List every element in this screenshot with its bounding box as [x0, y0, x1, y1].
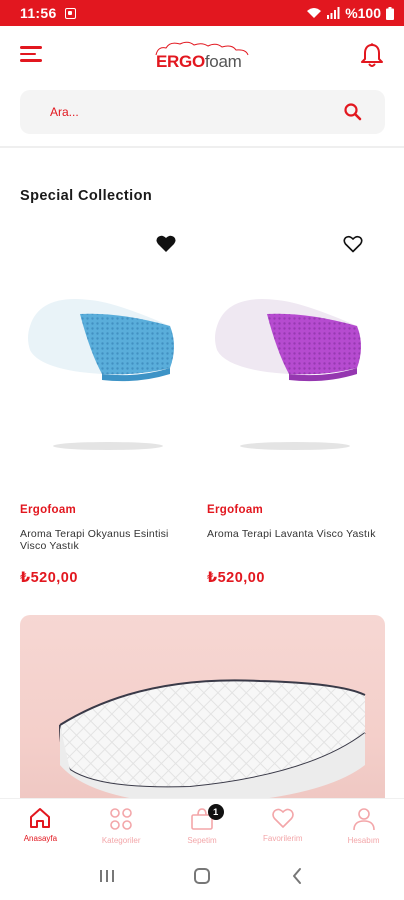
nav-item-home[interactable]: Anasayfa	[0, 799, 81, 852]
nav-item-favorites[interactable]: Favorilerim	[242, 799, 323, 852]
product-card[interactable]: Ergofoam Aroma Terapi Lavanta Visco Yast…	[207, 226, 387, 596]
promo-banner[interactable]	[20, 615, 385, 815]
product-price: ₺520,00	[207, 570, 265, 586]
brand-logo: ERGOfoam	[150, 40, 254, 74]
app-header: ERGOfoam	[0, 26, 404, 88]
search-icon	[344, 103, 362, 121]
app-screen: 11:56 %100 ERGOfoam Ara... Special Colle…	[0, 0, 404, 900]
back-button[interactable]	[277, 861, 317, 891]
search-input[interactable]	[20, 90, 320, 134]
nav-item-categories[interactable]: Kategoriler	[81, 799, 162, 852]
nav-item-cart[interactable]: 1 Sepetim	[162, 799, 243, 852]
battery-icon	[386, 6, 394, 20]
product-brand: Ergofoam	[207, 504, 264, 516]
notifications-button[interactable]	[360, 42, 384, 73]
recent-apps-icon	[100, 870, 115, 882]
product-name: Aroma Terapi Okyanus Esintisi Visco Yast…	[20, 528, 169, 552]
search-bar	[20, 90, 385, 134]
product-image	[28, 299, 174, 450]
heart-filled-icon	[156, 235, 176, 252]
user-icon	[352, 808, 375, 831]
product-price: ₺520,00	[20, 570, 78, 586]
favorite-button[interactable]	[155, 234, 177, 254]
banner-pillow-image	[59, 679, 366, 805]
wifi-icon	[307, 8, 322, 18]
home-system-button[interactable]	[182, 861, 222, 891]
logo-ergo: ERGO	[156, 52, 205, 71]
logo-foam: foam	[204, 52, 242, 71]
bottom-navigation: Anasayfa Kategoriler 1 Sepetim Favoriler…	[0, 798, 404, 852]
nav-label: Kategoriler	[101, 836, 141, 845]
search-button[interactable]	[343, 102, 363, 127]
nav-item-account[interactable]: Hesabım	[323, 799, 404, 852]
section-title: Special Collection	[20, 188, 153, 204]
notification-icon	[64, 7, 76, 19]
home-icon	[30, 808, 51, 828]
heart-outline-icon	[343, 235, 363, 253]
categories-icon	[110, 808, 132, 830]
home-system-icon	[193, 868, 210, 884]
bell-icon	[361, 43, 383, 67]
status-time: 11:56	[20, 5, 57, 21]
menu-button[interactable]	[20, 46, 42, 66]
nav-label: Favorilerim	[263, 834, 303, 843]
battery-text: %100	[345, 5, 381, 21]
nav-label: Hesabım	[347, 836, 380, 845]
product-image	[215, 299, 361, 450]
system-navigation-bar	[0, 852, 404, 900]
product-card[interactable]: Ergofoam Aroma Terapi Okyanus Esintisi V…	[20, 226, 200, 596]
product-name: Aroma Terapi Lavanta Visco Yastık	[207, 528, 376, 540]
signal-icon	[327, 7, 340, 19]
header-divider	[0, 146, 404, 148]
back-icon	[292, 868, 301, 884]
nav-label: Sepetim	[187, 836, 217, 845]
logo-text: ERGOfoam	[156, 52, 242, 72]
nav-label: Anasayfa	[23, 834, 58, 843]
product-brand: Ergofoam	[20, 504, 77, 516]
recent-apps-button[interactable]	[87, 861, 127, 891]
status-bar: 11:56 %100	[0, 0, 404, 26]
status-right: %100	[306, 5, 394, 21]
favorite-button[interactable]	[342, 234, 364, 254]
cart-count-badge: 1	[207, 804, 224, 820]
heart-icon	[271, 808, 294, 828]
